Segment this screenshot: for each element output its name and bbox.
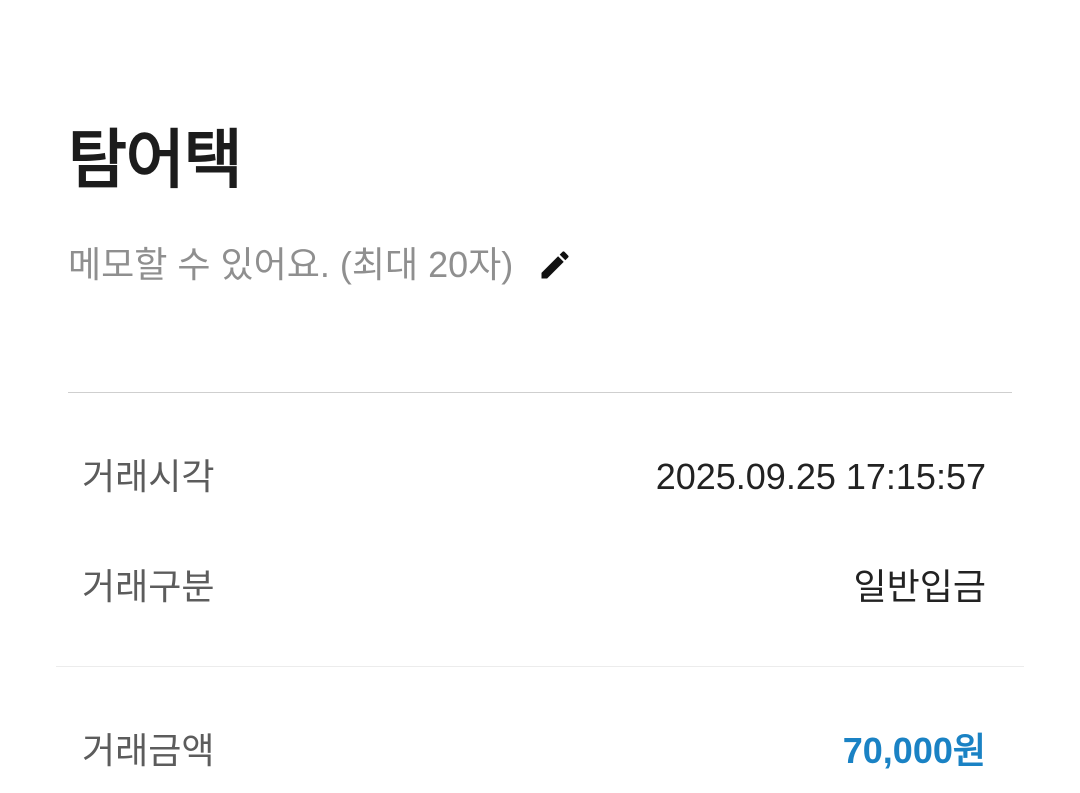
transaction-amount-row: 거래금액 70,000원 — [82, 726, 986, 776]
transaction-type-row: 거래구분 일반입금 — [82, 562, 986, 612]
transaction-amount-value: 70,000원 — [842, 730, 986, 771]
transaction-type-value: 일반입금 — [853, 566, 986, 607]
transaction-time-row: 거래시각 2025.09.25 17:15:57 — [82, 452, 986, 502]
amount-divider — [56, 666, 1024, 667]
transaction-time-label: 거래시각 — [82, 456, 215, 497]
page-title: 탐어택 — [68, 124, 243, 196]
transaction-time-value: 2025.09.25 17:15:57 — [655, 456, 986, 497]
memo-edit-row[interactable]: 메모할 수 있어요. (최대 20자) — [68, 240, 573, 290]
transaction-type-label: 거래구분 — [82, 566, 215, 607]
section-divider — [68, 392, 1012, 393]
pencil-icon[interactable] — [537, 247, 573, 283]
memo-placeholder: 메모할 수 있어요. (최대 20자) — [68, 244, 514, 285]
transaction-amount-label: 거래금액 — [82, 730, 215, 771]
